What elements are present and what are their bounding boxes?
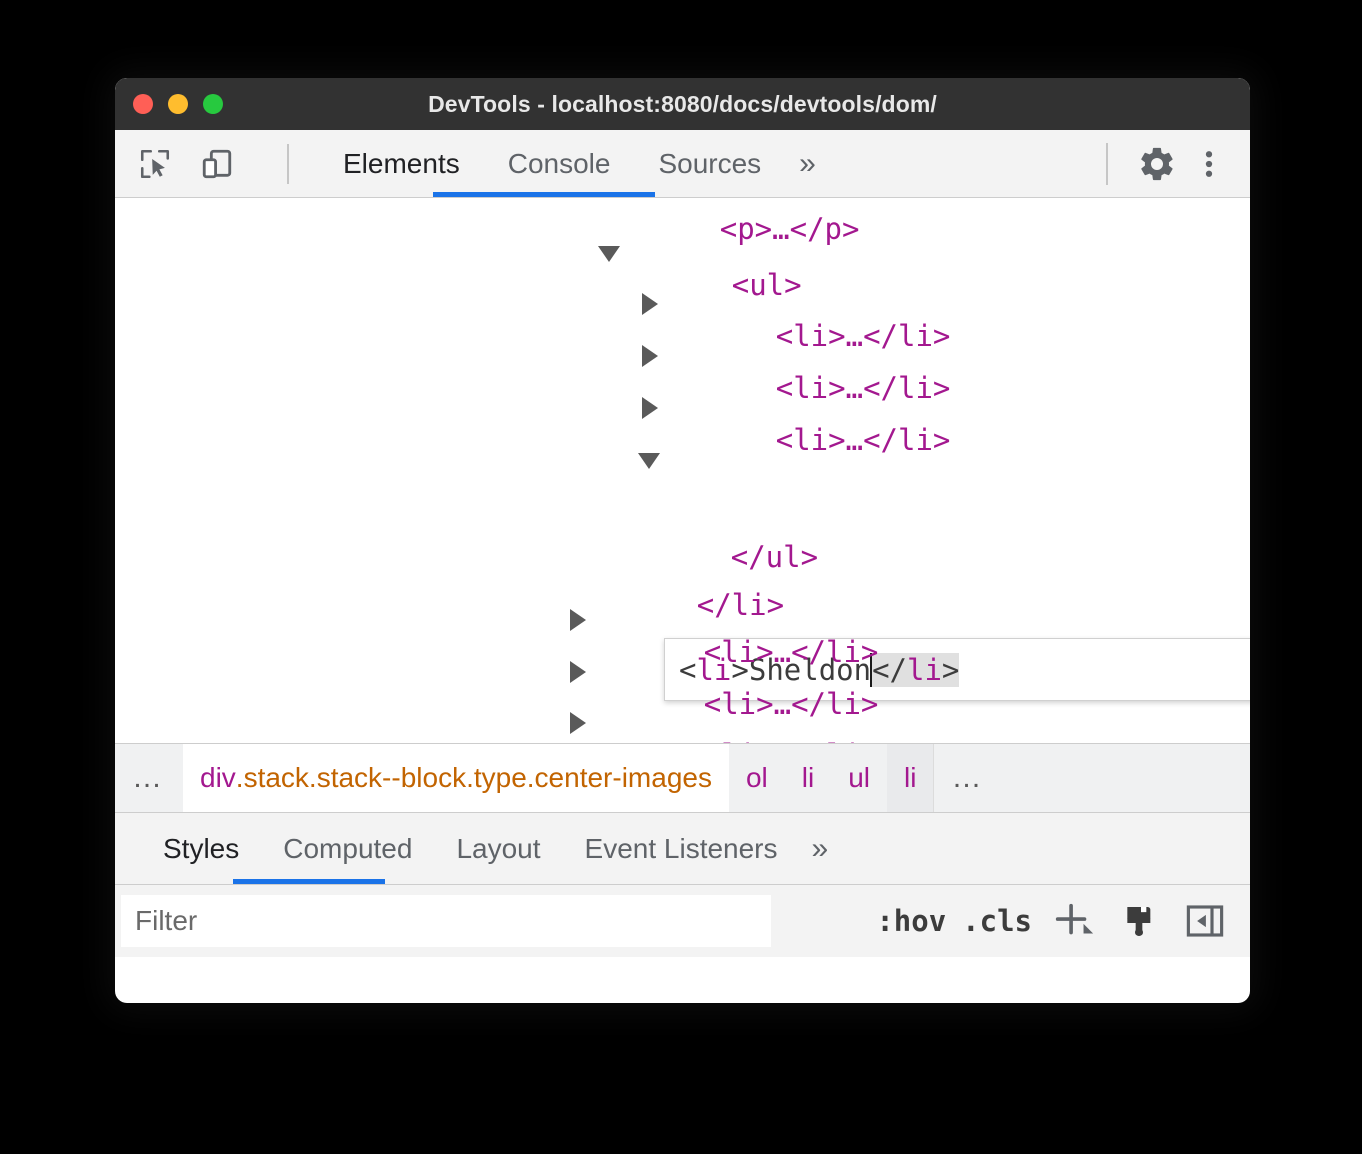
breadcrumb-item-div-tag: div [200,762,236,793]
breadcrumb-overflow-left[interactable]: … [115,744,183,812]
expand-triangle-li-5[interactable] [570,661,586,683]
edit-close-bracket-end: > [941,652,960,687]
styles-pane: Styles Computed Layout Event Listeners »… [115,813,1250,957]
breadcrumb-item-div[interactable]: div .stack.stack--block.type.center-image… [183,744,729,812]
expand-triangle-li-4[interactable] [570,609,586,631]
tab-computed[interactable]: Computed [261,833,434,865]
dom-row-p-text: <p>…</p> [719,212,860,246]
styles-action-group: :hov .cls [876,896,1236,946]
devtools-main-toolbar: Elements Console Sources » [115,130,1250,198]
dom-row-li-6[interactable]: <li>…</li> [599,712,879,744]
styles-active-tab-indicator [233,879,385,884]
gear-icon[interactable] [1134,141,1180,187]
panel-tabs: Elements Console Sources » [319,130,830,197]
devtools-window: DevTools - localhost:8080/docs/devtools/… [115,78,1250,1003]
expand-triangle-li-editing[interactable] [638,453,660,469]
breadcrumb-item-li-outer[interactable]: li [785,744,831,812]
dom-tree-panel[interactable]: <p>…</p> <ul> <li>…</li> <li>…</li> <li>… [115,198,1250,743]
element-classes-button[interactable]: .cls [962,904,1032,938]
styles-pane-tabs: Styles Computed Layout Event Listeners » [115,813,1250,885]
device-toolbar-icon[interactable] [199,146,235,182]
tab-elements[interactable]: Elements [319,130,484,197]
new-style-rule-button[interactable] [1048,896,1098,946]
brush-icon[interactable] [1114,896,1164,946]
window-titlebar: DevTools - localhost:8080/docs/devtools/… [115,78,1250,130]
edit-close-tag-selected: </li> [872,652,960,687]
styles-toolbar: :hov .cls [115,885,1250,957]
expand-triangle-li-3[interactable] [642,397,658,419]
dom-row-li-6-text: <li>…</li> [704,738,879,744]
toolbar-right-divider [1106,142,1108,185]
breadcrumb-item-div-classes: .stack.stack--block.type.center-images [235,762,712,793]
toolbar-divider [287,143,289,184]
breadcrumb-item-ol[interactable]: ol [729,744,785,812]
toggle-sidebar-button[interactable] [1180,896,1230,946]
window-title: DevTools - localhost:8080/docs/devtools/… [428,90,937,117]
expand-triangle-li-2[interactable] [642,345,658,367]
filter-input[interactable] [121,895,771,947]
tab-layout[interactable]: Layout [434,833,562,865]
toolbar-right-group [1106,141,1232,187]
dom-row-li-3-text: <li>…</li> [775,423,951,457]
close-window-button[interactable] [133,94,153,114]
more-vertical-icon[interactable] [1186,141,1232,187]
toolbar-icon-group [115,143,289,184]
more-tabs-button[interactable]: » [785,130,830,197]
expand-triangle-li-6[interactable] [570,712,586,734]
maximize-window-button[interactable] [203,94,223,114]
tab-styles[interactable]: Styles [141,833,261,865]
tab-event-listeners[interactable]: Event Listeners [563,833,800,865]
breadcrumb-item-ul[interactable]: ul [831,744,887,812]
inspect-element-icon[interactable] [137,146,173,182]
expand-triangle-li-1[interactable] [642,293,658,315]
styles-more-tabs-button[interactable]: » [800,832,841,866]
minimize-window-button[interactable] [168,94,188,114]
expand-triangle-ul[interactable] [598,246,620,262]
edit-close-tagname: li [907,652,942,687]
breadcrumb-item-li-selected[interactable]: li [887,744,934,812]
breadcrumb: … div .stack.stack--block.type.center-ima… [115,743,1250,813]
breadcrumb-overflow-right[interactable]: … [933,744,1003,812]
toggle-pseudo-states-button[interactable]: :hov [876,904,946,938]
dom-row-li-3[interactable]: <li>…</li> [671,397,951,484]
tab-console[interactable]: Console [484,130,635,197]
window-controls [133,94,223,114]
active-tab-indicator [433,192,655,197]
tab-sources[interactable]: Sources [634,130,785,197]
